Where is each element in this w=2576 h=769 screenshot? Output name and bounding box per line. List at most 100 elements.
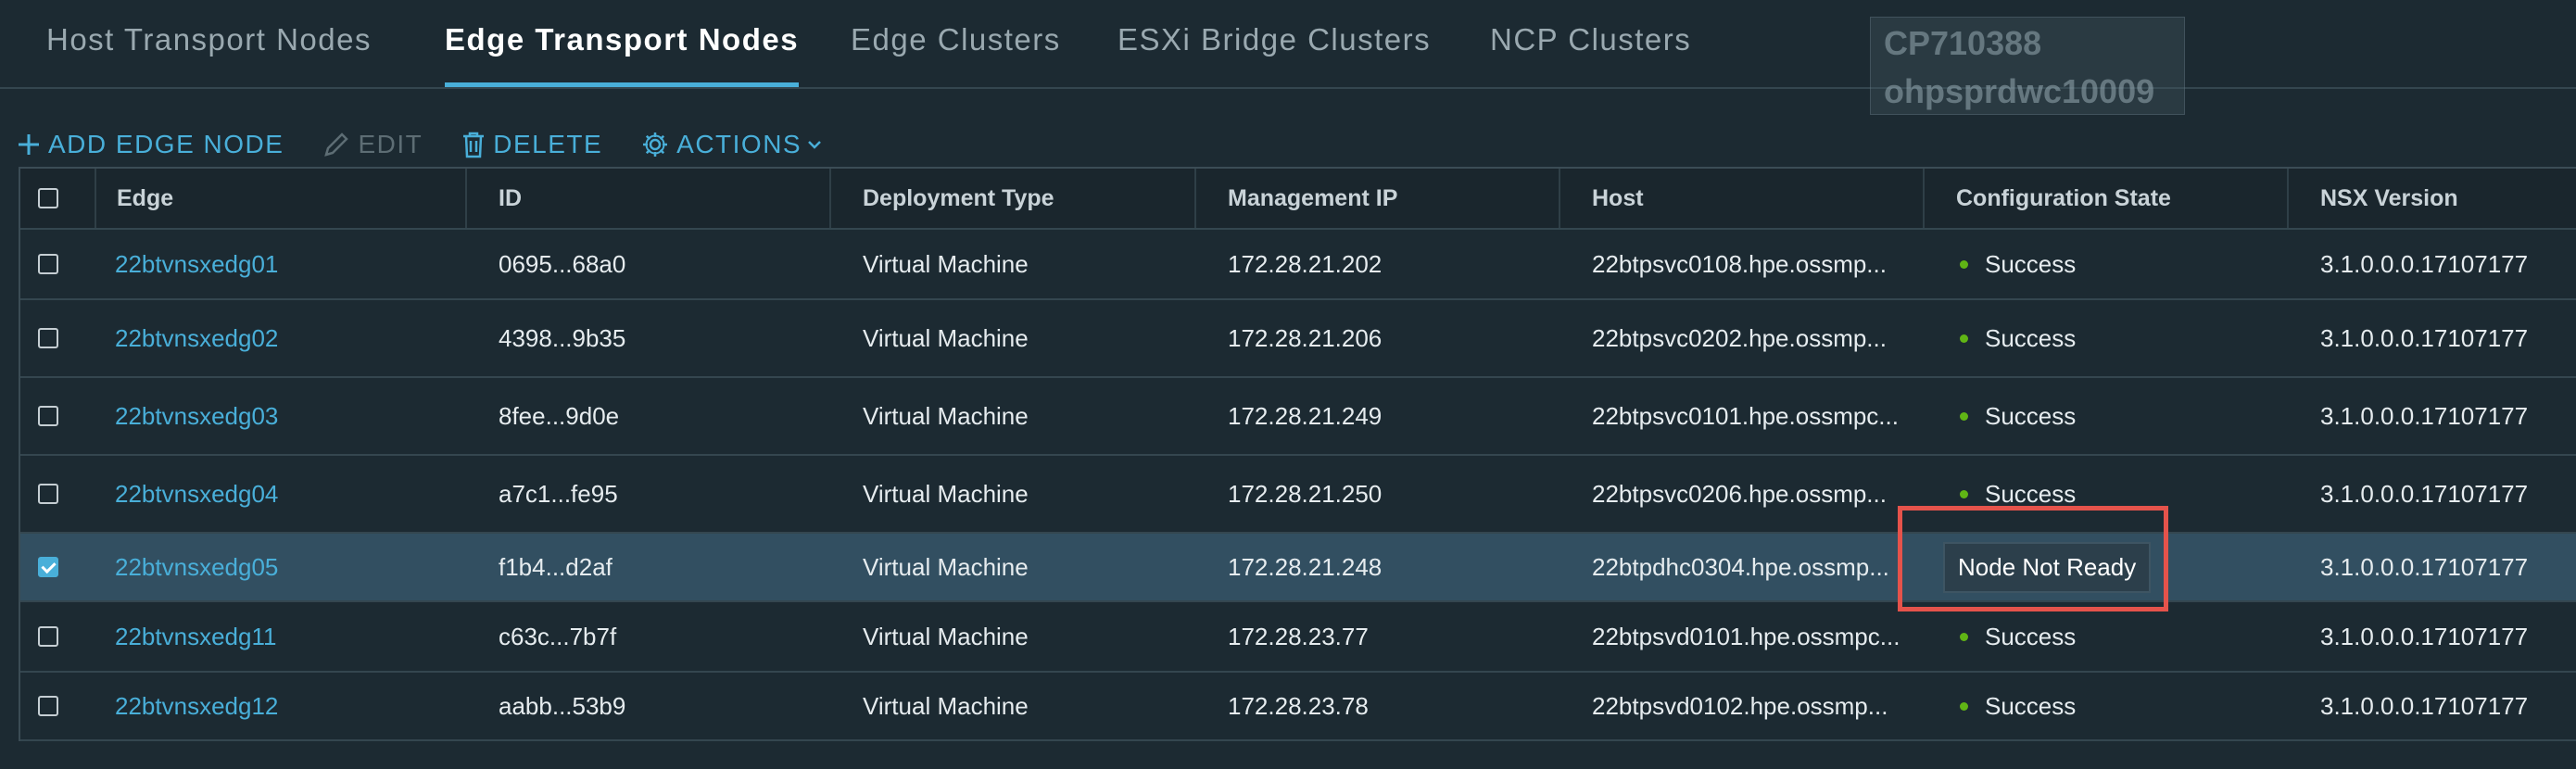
cell-deployment-type: Virtual Machine <box>829 673 1194 739</box>
table-row[interactable]: 22btvnsxedg02 4398...9b35 Virtual Machine 1… <box>20 300 2576 378</box>
cell-nsx-version: 3.1.0.0.0.17107177 <box>2287 300 2576 376</box>
cell-id-text: 0695...68a0 <box>499 249 626 278</box>
tab-edge-clusters[interactable]: Edge Clusters <box>851 22 1061 87</box>
tab-host-transport-nodes[interactable]: Host Transport Nodes <box>46 22 372 87</box>
cell-edge[interactable]: 22btvnsxedg11 <box>95 602 465 671</box>
table-row[interactable]: 22btvnsxedg12 aabb...53b9 Virtual Machine 1… <box>20 673 2576 741</box>
cell-configuration-state: Success <box>1923 602 2287 671</box>
cell-edge-text[interactable]: 22btvnsxedg02 <box>115 324 278 353</box>
table-row[interactable]: 22btvnsxedg01 0695...68a0 Virtual Machine 1… <box>20 230 2576 300</box>
cell-id-text: c63c...7b7f <box>499 622 617 650</box>
overlay-label: CP710388 ohpsprdwc10009 <box>1870 17 2185 115</box>
cell-management-ip: 172.28.21.206 <box>1194 300 1559 376</box>
table-row[interactable]: 22btvnsxedg05 f1b4...d2af Virtual Machine 1… <box>20 534 2576 602</box>
row-checkbox[interactable] <box>38 254 58 274</box>
row-checkbox[interactable] <box>38 557 58 577</box>
cell-management-ip: 172.28.23.77 <box>1194 602 1559 671</box>
cell-host: 22btpdhc0304.hpe.ossmp... <box>1559 534 1923 600</box>
cell-nsx-version-text: 3.1.0.0.0.17107177 <box>2320 691 2529 720</box>
table-row[interactable]: 22btvnsxedg11 c63c...7b7f Virtual Machine 1… <box>20 602 2576 673</box>
cell-management-ip-text: 172.28.21.206 <box>1228 323 1383 352</box>
status-text: Success <box>1985 401 2077 430</box>
cell-id: 8fee...9d0e <box>465 378 829 454</box>
cell-id-text: f1b4...d2af <box>499 552 612 581</box>
overlay-line-1: CP710388 <box>1884 24 2042 62</box>
tab-edge-transport-nodes[interactable]: Edge Transport Nodes <box>445 22 800 87</box>
cell-nsx-version: 3.1.0.0.0.17107177 <box>2287 673 2576 739</box>
cell-id: 0695...68a0 <box>465 230 829 298</box>
cell-deployment-type-text: Virtual Machine <box>863 479 1029 508</box>
cell-edge-text[interactable]: 22btvnsxedg03 <box>115 402 278 431</box>
cell-id: 4398...9b35 <box>465 300 829 376</box>
cell-edge[interactable]: 22btvnsxedg03 <box>95 378 465 454</box>
delete-label: DELETE <box>493 130 603 158</box>
row-checkbox[interactable] <box>38 626 58 647</box>
status-text: Success <box>1985 323 2077 352</box>
row-checkbox[interactable] <box>38 696 58 716</box>
cell-edge-text[interactable]: 22btvnsxedg01 <box>115 250 278 279</box>
cell-management-ip: 172.28.23.78 <box>1194 673 1559 739</box>
delete-button[interactable]: DELETE <box>461 130 602 159</box>
cell-deployment-type: Virtual Machine <box>829 300 1194 376</box>
column-header-id[interactable]: ID <box>465 169 829 228</box>
cell-management-ip: 172.28.21.202 <box>1194 230 1559 298</box>
status-dot-icon <box>1960 489 1968 498</box>
edit-button[interactable]: EDIT <box>322 130 423 159</box>
cell-deployment-type: Virtual Machine <box>829 456 1194 532</box>
row-checkbox[interactable] <box>38 484 58 504</box>
row-checkbox[interactable] <box>38 328 58 348</box>
toolbar: ADD EDGE NODE EDIT DELETE ACTIONS <box>17 122 868 167</box>
select-all-checkbox[interactable] <box>38 188 58 208</box>
cell-edge[interactable]: 22btvnsxedg05 <box>95 534 465 600</box>
cell-host-text: 22btpsvc0202.hpe.ossmp... <box>1592 323 1887 352</box>
edge-nodes-table: Edge ID Deployment Type Management IP Ho… <box>19 167 2576 741</box>
cell-nsx-version-text: 3.1.0.0.0.17107177 <box>2320 323 2529 352</box>
cell-host: 22btpsvc0108.hpe.ossmp... <box>1559 230 1923 298</box>
status-text: Success <box>1985 479 2077 508</box>
cell-host-text: 22btpdhc0304.hpe.ossmp... <box>1592 552 1889 581</box>
cell-host-text: 22btpsvc0101.hpe.ossmpc... <box>1592 401 1899 430</box>
add-edge-node-label: ADD EDGE NODE <box>48 130 284 158</box>
table-row[interactable]: 22btvnsxedg04 a7c1...fe95 Virtual Machine 1… <box>20 456 2576 534</box>
column-header-nsx-version[interactable]: NSX Version <box>2287 169 2576 228</box>
add-edge-node-button[interactable]: ADD EDGE NODE <box>17 130 284 159</box>
cell-edge[interactable]: 22btvnsxedg04 <box>95 456 465 532</box>
row-checkbox[interactable] <box>38 406 58 426</box>
status-text: Success <box>1985 249 2077 278</box>
cell-host: 22btpsvc0206.hpe.ossmp... <box>1559 456 1923 532</box>
column-header-edge[interactable]: Edge <box>95 169 465 228</box>
cell-edge-text[interactable]: 22btvnsxedg11 <box>115 623 276 651</box>
table-header: Edge ID Deployment Type Management IP Ho… <box>20 169 2576 230</box>
cell-edge[interactable]: 22btvnsxedg01 <box>95 230 465 298</box>
column-header-management-ip[interactable]: Management IP <box>1194 169 1559 228</box>
cell-edge-text[interactable]: 22btvnsxedg04 <box>115 480 278 509</box>
gear-icon <box>643 132 668 157</box>
cell-configuration-state: Success <box>1923 230 2287 298</box>
cell-deployment-type-text: Virtual Machine <box>863 691 1029 720</box>
column-header-deployment-type[interactable]: Deployment Type <box>829 169 1194 228</box>
cell-nsx-version: 3.1.0.0.0.17107177 <box>2287 456 2576 532</box>
cell-management-ip: 172.28.21.250 <box>1194 456 1559 532</box>
tab-bar: Host Transport Nodes Edge Transport Node… <box>0 0 2576 89</box>
cell-deployment-type: Virtual Machine <box>829 602 1194 671</box>
table-row[interactable]: 22btvnsxedg03 8fee...9d0e Virtual Machine 1… <box>20 378 2576 456</box>
status-badge: Node Not Ready <box>1943 541 2152 593</box>
cell-nsx-version: 3.1.0.0.0.17107177 <box>2287 230 2576 298</box>
cell-edge-text[interactable]: 22btvnsxedg12 <box>115 692 278 721</box>
cell-deployment-type-text: Virtual Machine <box>863 249 1029 278</box>
cell-host: 22btpsvd0101.hpe.ossmpc... <box>1559 602 1923 671</box>
cell-nsx-version-text: 3.1.0.0.0.17107177 <box>2320 622 2529 650</box>
tab-esxi-bridge-clusters[interactable]: ESXi Bridge Clusters <box>1118 22 1431 87</box>
cell-edge[interactable]: 22btvnsxedg02 <box>95 300 465 376</box>
tab-ncp-clusters[interactable]: NCP Clusters <box>1490 22 1691 87</box>
cell-id-text: 8fee...9d0e <box>499 401 620 430</box>
cell-host: 22btpsvd0102.hpe.ossmp... <box>1559 673 1923 739</box>
cell-edge[interactable]: 22btvnsxedg12 <box>95 673 465 739</box>
column-header-host[interactable]: Host <box>1559 169 1923 228</box>
column-header-configuration-state[interactable]: Configuration State <box>1923 169 2287 228</box>
status-dot-icon <box>1960 701 1968 711</box>
cell-nsx-version-text: 3.1.0.0.0.17107177 <box>2320 249 2529 278</box>
cell-id: aabb...53b9 <box>465 673 829 739</box>
actions-button[interactable]: ACTIONS <box>641 130 829 159</box>
cell-edge-text[interactable]: 22btvnsxedg05 <box>115 553 278 582</box>
